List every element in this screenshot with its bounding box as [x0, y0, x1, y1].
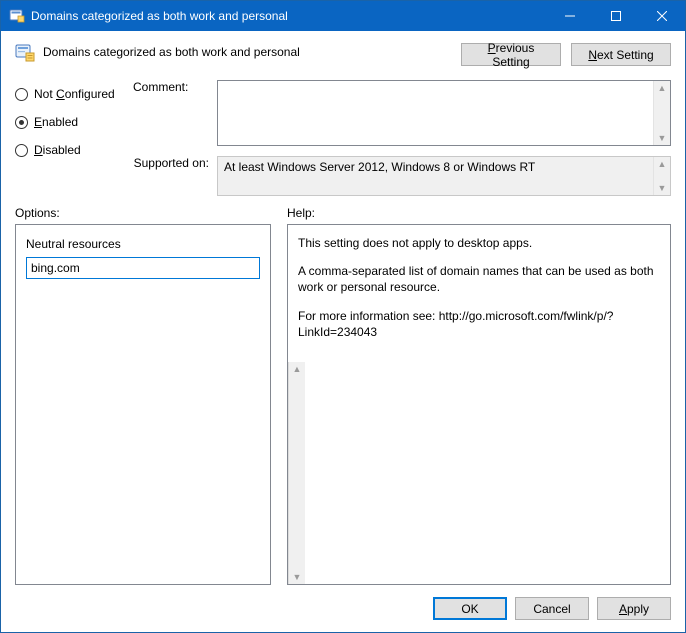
options-label: Options:: [15, 206, 271, 220]
maximize-button[interactable]: [593, 1, 639, 31]
policy-icon: [15, 43, 35, 63]
previous-setting-button[interactable]: Previous Setting: [461, 43, 561, 66]
section-labels: Options: Help:: [1, 200, 685, 224]
help-panel: This setting does not apply to desktop a…: [287, 224, 671, 585]
cancel-button[interactable]: Cancel: [515, 597, 589, 620]
chevron-down-icon: ▼: [658, 181, 667, 195]
radio-icon: [15, 144, 28, 157]
radio-disabled[interactable]: Disabled: [15, 143, 127, 157]
help-text: This setting does not apply to desktop a…: [288, 225, 670, 362]
neutral-resources-input[interactable]: [26, 257, 260, 279]
comment-textarea[interactable]: ▲ ▼: [217, 80, 671, 146]
minimize-button[interactable]: [547, 1, 593, 31]
app-icon: [9, 8, 25, 24]
title-bar: Domains categorized as both work and per…: [1, 1, 685, 31]
header-row: Domains categorized as both work and per…: [1, 31, 685, 72]
help-label: Help:: [287, 206, 315, 220]
apply-button[interactable]: Apply: [597, 597, 671, 620]
scrollbar[interactable]: ▲ ▼: [653, 81, 670, 145]
radio-enabled[interactable]: Enabled: [15, 115, 127, 129]
supported-on-box: At least Windows Server 2012, Windows 8 …: [217, 156, 671, 196]
supported-label: Supported on:: [133, 156, 209, 196]
close-button[interactable]: [639, 1, 685, 31]
footer: OK Cancel Apply: [1, 585, 685, 632]
radio-icon: [15, 88, 28, 101]
scrollbar: ▲ ▼: [653, 157, 670, 195]
chevron-up-icon: ▲: [658, 81, 667, 95]
window-title: Domains categorized as both work and per…: [31, 9, 547, 23]
neutral-resources-label: Neutral resources: [26, 237, 260, 251]
scrollbar[interactable]: ▲ ▼: [288, 362, 305, 584]
options-panel: Neutral resources: [15, 224, 271, 585]
page-title: Domains categorized as both work and per…: [43, 43, 461, 59]
radio-not-configured[interactable]: Not Configured: [15, 87, 127, 101]
state-column: Not Configured Enabled Disabled: [15, 80, 127, 196]
upper-panel: Not Configured Enabled Disabled Comment:…: [1, 72, 685, 200]
supported-on-text: At least Windows Server 2012, Windows 8 …: [218, 157, 541, 177]
comment-label: Comment:: [133, 80, 209, 146]
chevron-up-icon: ▲: [658, 157, 667, 171]
window-controls: [547, 1, 685, 31]
lower-panel: Neutral resources This setting does not …: [1, 224, 685, 585]
chevron-down-icon: ▼: [293, 570, 302, 584]
chevron-down-icon: ▼: [658, 131, 667, 145]
chevron-up-icon: ▲: [293, 362, 302, 376]
radio-icon: [15, 116, 28, 129]
next-setting-button[interactable]: Next Setting: [571, 43, 671, 66]
ok-button[interactable]: OK: [433, 597, 507, 620]
